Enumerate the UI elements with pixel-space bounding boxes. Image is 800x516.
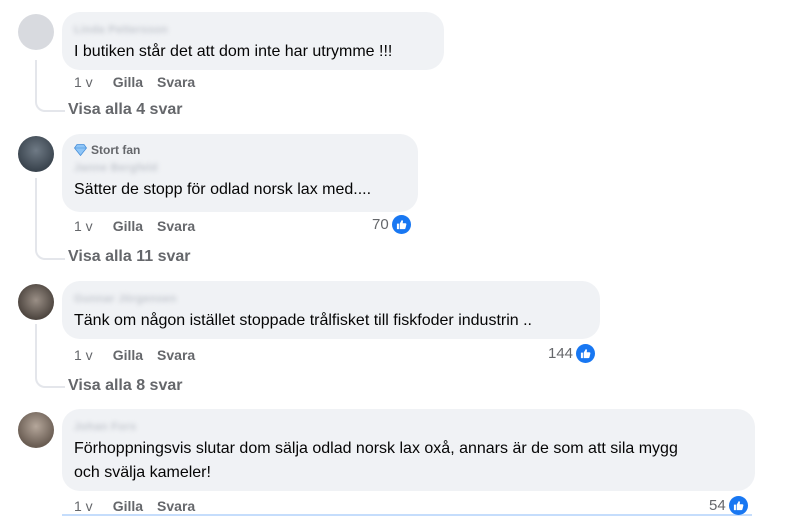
comment-actions: 1 v Gilla Svara (74, 346, 195, 364)
avatar[interactable] (18, 412, 54, 448)
reaction-count[interactable]: 144 (548, 344, 596, 363)
comment-bubble: Gunnar Jörgensen Tänk om någon istället … (62, 281, 600, 339)
like-thumb-icon (728, 496, 748, 515)
like-button[interactable]: Gilla (113, 497, 143, 515)
comment-time[interactable]: 1 v (74, 217, 93, 235)
reaction-count-value: 144 (548, 345, 574, 362)
avatar[interactable] (18, 14, 54, 50)
reaction-count-value: 54 (709, 497, 726, 514)
view-replies-link[interactable]: Visa alla 8 svar (68, 377, 182, 395)
view-replies-link[interactable]: Visa alla 11 svar (68, 248, 190, 266)
comment-actions: 1 v Gilla Svara (74, 217, 195, 235)
comment-text-line: och svälja kameler! (74, 464, 211, 481)
comment-actions: 1 v Gilla Svara (74, 73, 195, 91)
reply-thread-line (35, 60, 65, 112)
comment-author[interactable]: Linda Pettersson (74, 23, 168, 37)
diamond-badge-icon (74, 144, 87, 156)
reply-thread-line (35, 178, 65, 260)
like-button[interactable]: Gilla (113, 73, 143, 91)
comment-text: Tänk om någon istället stoppade trålfisk… (74, 312, 532, 329)
comment-time[interactable]: 1 v (74, 73, 93, 91)
reply-button[interactable]: Svara (157, 73, 195, 91)
comment-bubble: Johan Fors Förhoppningsvis slutar dom sä… (62, 409, 755, 491)
badge-label: Stort fan (91, 143, 141, 157)
comment-bubble: Linda Pettersson I butiken står det att … (62, 12, 444, 70)
avatar[interactable] (18, 284, 54, 320)
like-button[interactable]: Gilla (113, 346, 143, 364)
comment-text: Förhoppningsvis slutar dom sälja odlad n… (74, 437, 743, 485)
comment-time[interactable]: 1 v (74, 346, 93, 364)
comment-time[interactable]: 1 v (74, 497, 93, 515)
comment-text-line: Förhoppningsvis slutar dom sälja odlad n… (74, 440, 678, 457)
comment-text: Sätter de stopp för odlad norsk lax med.… (74, 181, 372, 198)
reply-button[interactable]: Svara (157, 217, 195, 235)
avatar[interactable] (18, 136, 54, 172)
comment-actions: 1 v Gilla Svara (74, 497, 195, 515)
reply-button[interactable]: Svara (157, 346, 195, 364)
comment-text: I butiken står det att dom inte har utry… (74, 43, 393, 60)
comment-author[interactable]: Gunnar Jörgensen (74, 292, 177, 306)
reply-thread-line (35, 324, 65, 388)
reaction-count-value: 70 (372, 216, 389, 233)
view-replies-link[interactable]: Visa alla 4 svar (68, 101, 182, 119)
reaction-count[interactable]: 70 (372, 215, 411, 234)
like-button[interactable]: Gilla (113, 217, 143, 235)
badge-row: Stort fan (74, 142, 406, 158)
comment-bubble: Stort fan Janne Bergfeld Sätter de stopp… (62, 134, 418, 212)
like-thumb-icon (576, 344, 596, 363)
reaction-count[interactable]: 54 (709, 496, 748, 515)
like-thumb-icon (391, 215, 411, 234)
reply-button[interactable]: Svara (157, 497, 195, 515)
comment-author[interactable]: Johan Fors (74, 420, 136, 434)
comment-author[interactable]: Janne Bergfeld (74, 161, 158, 175)
